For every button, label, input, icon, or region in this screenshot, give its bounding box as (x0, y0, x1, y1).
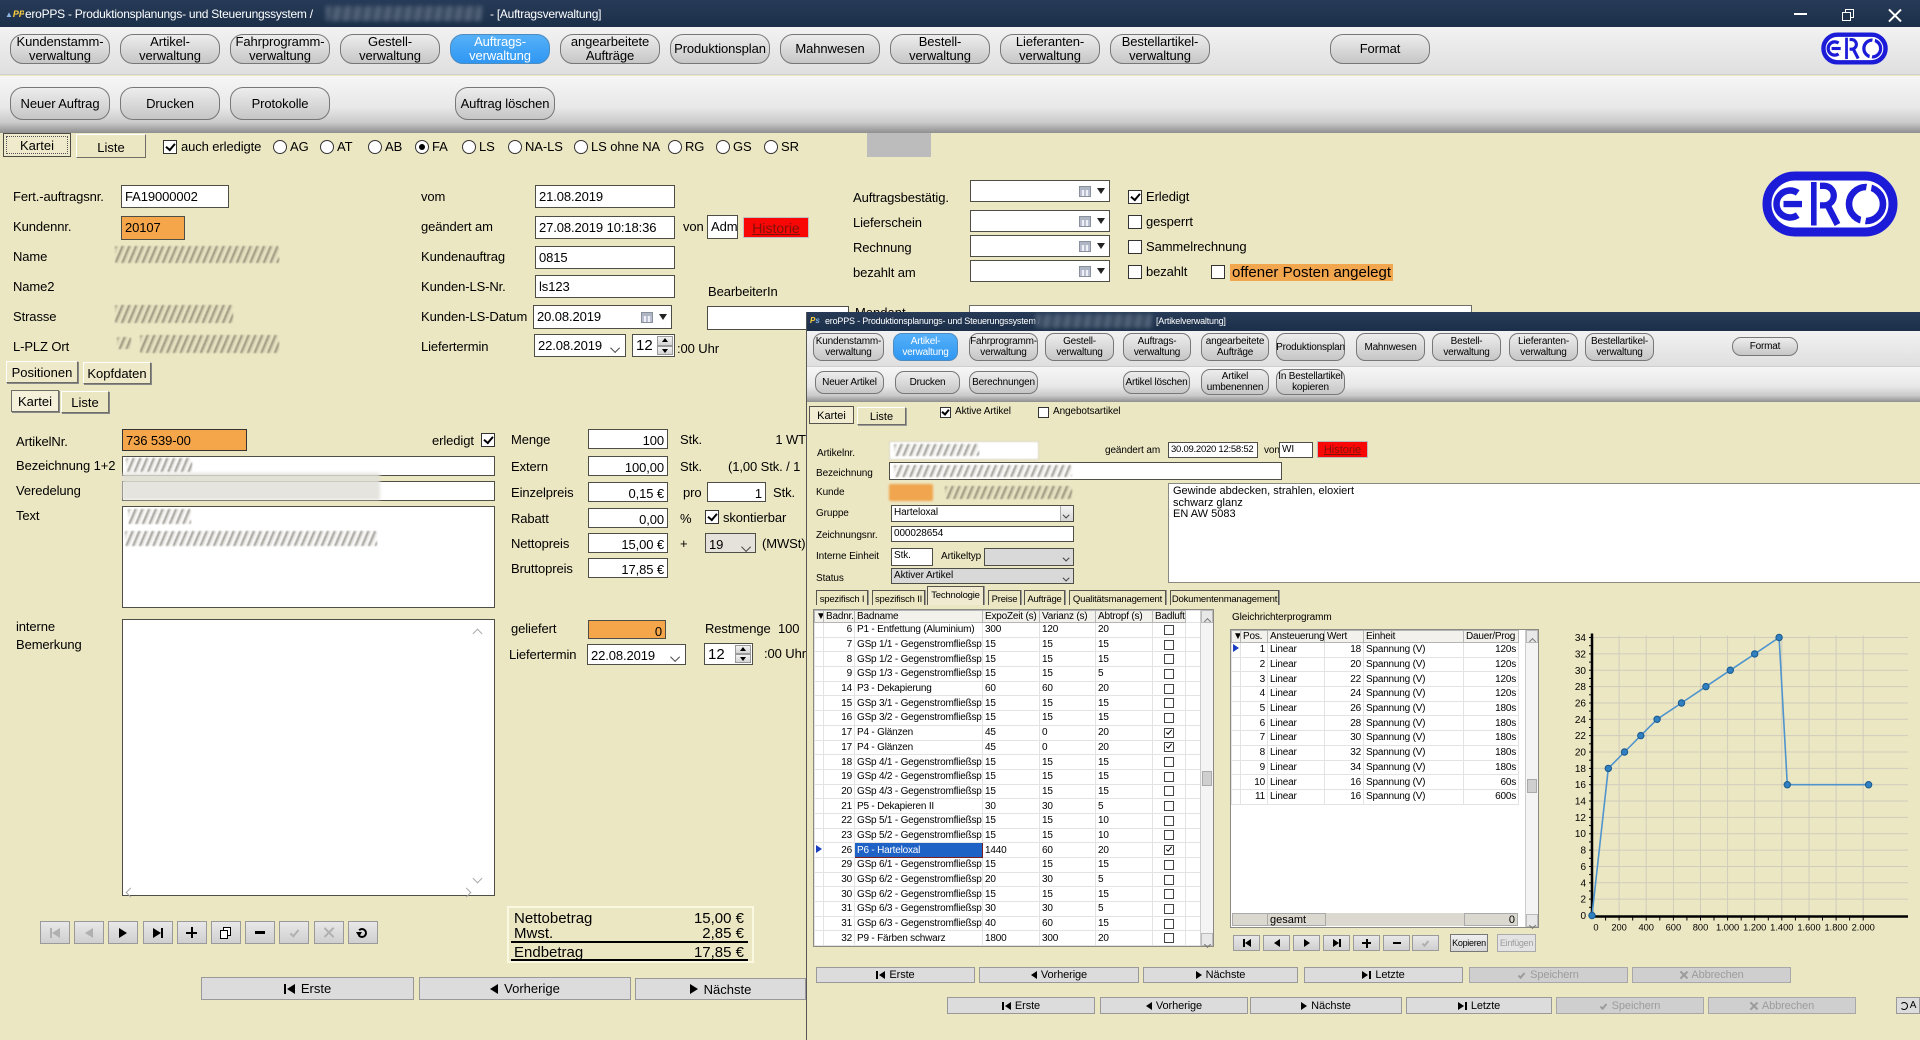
svg-text:1.200: 1.200 (1743, 923, 1766, 933)
svg-text:22: 22 (1575, 731, 1587, 742)
svg-text:1.000: 1.000 (1716, 923, 1739, 933)
svg-text:200: 200 (1611, 923, 1627, 933)
svg-text:2: 2 (1580, 895, 1586, 906)
svg-text:0: 0 (1580, 911, 1586, 922)
svg-text:30: 30 (1575, 666, 1587, 677)
svg-text:28: 28 (1575, 682, 1587, 693)
svg-text:2.000: 2.000 (1852, 923, 1875, 933)
svg-text:18: 18 (1575, 764, 1587, 775)
svg-text:16: 16 (1575, 780, 1587, 791)
svg-text:4: 4 (1580, 878, 1586, 889)
svg-text:6: 6 (1580, 862, 1586, 873)
svg-text:10: 10 (1575, 829, 1587, 840)
svg-text:1.400: 1.400 (1770, 923, 1793, 933)
svg-text:26: 26 (1575, 699, 1587, 710)
svg-text:1.800: 1.800 (1824, 923, 1847, 933)
svg-text:400: 400 (1638, 923, 1654, 933)
svg-text:600: 600 (1666, 923, 1682, 933)
svg-text:14: 14 (1575, 797, 1587, 808)
svg-text:20: 20 (1575, 748, 1587, 759)
svg-text:24: 24 (1575, 715, 1587, 726)
svg-text:12: 12 (1575, 813, 1587, 824)
svg-text:1.600: 1.600 (1797, 923, 1820, 933)
svg-text:0: 0 (1593, 923, 1598, 933)
svg-text:32: 32 (1575, 649, 1587, 660)
svg-text:8: 8 (1580, 846, 1586, 857)
svg-text:800: 800 (1693, 923, 1709, 933)
svg-text:34: 34 (1575, 633, 1587, 644)
